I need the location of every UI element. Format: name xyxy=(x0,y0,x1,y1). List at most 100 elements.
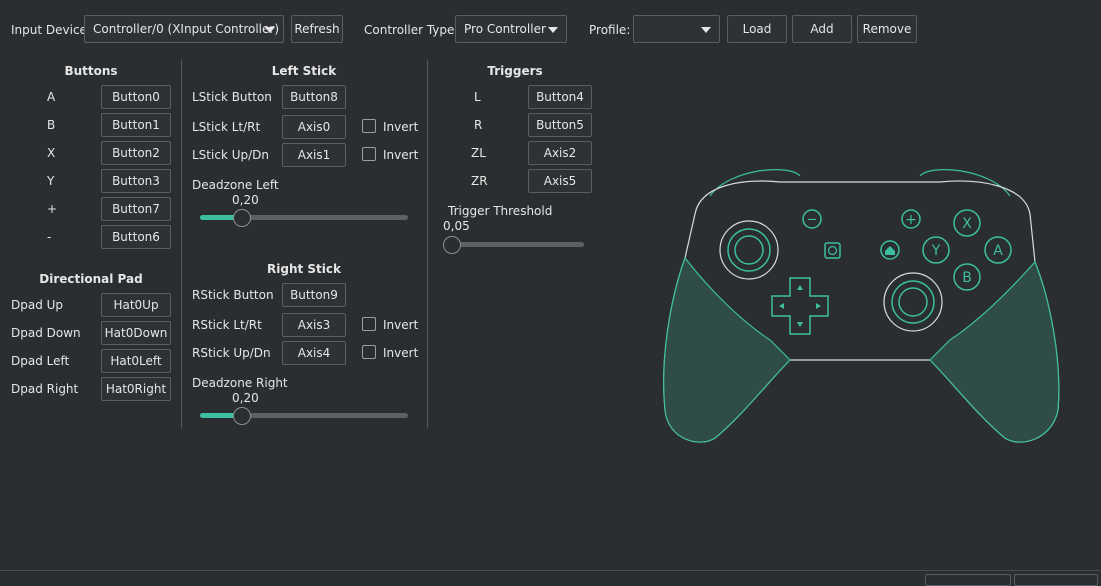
left-stick-icon xyxy=(719,220,779,280)
add-button[interactable]: Add xyxy=(792,15,852,43)
slider-handle[interactable] xyxy=(233,209,251,227)
lstick-lr-label: LStick Lt/Rt xyxy=(192,120,261,134)
input-device-value: Controller/0 (XInput Controller) xyxy=(93,22,280,36)
home-icon xyxy=(880,240,900,260)
right-grip xyxy=(929,260,1060,443)
trigger-zl-binding[interactable]: Axis2 xyxy=(528,141,592,165)
trigger-l-label: L xyxy=(474,90,481,104)
capture-icon xyxy=(824,242,841,259)
slider-handle[interactable] xyxy=(233,407,251,425)
plus-icon: + xyxy=(901,209,921,229)
dpad-left-binding[interactable]: Hat0Left xyxy=(101,349,171,373)
deadzone-right-label: Deadzone Right xyxy=(192,376,288,390)
trigger-r-binding[interactable]: Button5 xyxy=(528,113,592,137)
chevron-down-icon xyxy=(265,27,275,33)
deadzone-right-value: 0,20 xyxy=(232,391,259,405)
input-device-label: Input Device xyxy=(11,23,87,37)
rstick-ud-invert-label: Invert xyxy=(383,346,419,360)
profile-label: Profile: xyxy=(589,23,631,37)
button-b-label: B xyxy=(47,118,56,132)
chevron-down-icon xyxy=(701,27,711,33)
trigger-zl-label: ZL xyxy=(471,146,486,160)
lstick-ud-invert-checkbox[interactable] xyxy=(362,147,376,161)
lstick-button-binding[interactable]: Button8 xyxy=(282,85,346,109)
rstick-button-label: RStick Button xyxy=(192,288,274,302)
svg-text:B: B xyxy=(962,270,972,286)
input-device-select[interactable]: Controller/0 (XInput Controller) xyxy=(84,15,284,43)
load-button[interactable]: Load xyxy=(727,15,787,43)
dialog-button-partial[interactable] xyxy=(1014,574,1098,586)
trigger-threshold-value: 0,05 xyxy=(443,219,470,233)
rstick-lr-binding[interactable]: Axis3 xyxy=(282,313,346,337)
divider xyxy=(181,60,182,428)
button-x-binding[interactable]: Button2 xyxy=(101,141,171,165)
button-y-binding[interactable]: Button3 xyxy=(101,169,171,193)
button-x-label: X xyxy=(47,146,56,160)
lstick-ud-binding[interactable]: Axis1 xyxy=(282,143,346,167)
right-stick-header: Right Stick xyxy=(267,262,341,276)
bottom-separator xyxy=(0,570,1101,571)
dpad-down-label: Dpad Down xyxy=(11,326,81,340)
dpad-left-label: Dpad Left xyxy=(11,354,70,368)
svg-text:X: X xyxy=(962,216,972,232)
top-toolbar: Input Device Controller/0 (XInput Contro… xyxy=(0,0,1101,58)
lstick-lr-invert-label: Invert xyxy=(383,120,419,134)
refresh-button[interactable]: Refresh xyxy=(291,15,343,43)
trigger-l-binding[interactable]: Button4 xyxy=(528,85,592,109)
controller-type-value: Pro Controller xyxy=(464,22,546,36)
dpad-right-label: Dpad Right xyxy=(11,382,79,396)
buttons-header: Buttons xyxy=(64,64,118,78)
svg-text:+: + xyxy=(905,212,917,228)
dpad-up-label: Dpad Up xyxy=(11,298,64,312)
button-a-label: A xyxy=(47,90,56,104)
remove-button[interactable]: Remove xyxy=(857,15,917,43)
divider xyxy=(427,60,428,428)
minus-icon: − xyxy=(802,209,822,229)
deadzone-left-value: 0,20 xyxy=(232,193,259,207)
right-stick-icon xyxy=(883,272,943,332)
left-grip xyxy=(663,256,791,443)
button-a-binding[interactable]: Button0 xyxy=(101,85,171,109)
dpad-down-binding[interactable]: Hat0Down xyxy=(101,321,171,345)
rstick-button-binding[interactable]: Button9 xyxy=(282,283,346,307)
trigger-threshold-slider[interactable] xyxy=(443,235,584,255)
trigger-r-label: R xyxy=(474,118,483,132)
trigger-zr-binding[interactable]: Axis5 xyxy=(528,169,592,193)
dialog-button-partial[interactable] xyxy=(925,574,1011,586)
deadzone-left-slider[interactable] xyxy=(200,208,408,228)
button-b-binding[interactable]: Button1 xyxy=(101,113,171,137)
svg-text:Y: Y xyxy=(931,243,941,259)
trigger-zr-label: ZR xyxy=(471,174,488,188)
button-plus-label: + xyxy=(47,202,58,216)
rstick-ud-invert-checkbox[interactable] xyxy=(362,345,376,359)
trigger-threshold-label: Trigger Threshold xyxy=(448,204,553,218)
slider-track xyxy=(443,242,584,247)
svg-text:−: − xyxy=(807,213,818,228)
rstick-ud-binding[interactable]: Axis4 xyxy=(282,341,346,365)
triggers-header: Triggers xyxy=(487,64,543,78)
controller-type-select[interactable]: Pro Controller xyxy=(455,15,567,43)
pro-controller-image: − + X Y A B xyxy=(663,169,1060,443)
lstick-button-label: LStick Button xyxy=(192,90,272,104)
dpad-up-binding[interactable]: Hat0Up xyxy=(101,293,171,317)
left-stick-header: Left Stick xyxy=(271,64,337,78)
dpad-right-binding[interactable]: Hat0Right xyxy=(101,377,171,401)
button-minus-binding[interactable]: Button6 xyxy=(101,225,171,249)
lstick-lr-binding[interactable]: Axis0 xyxy=(282,115,346,139)
face-buttons: X Y A B xyxy=(922,209,1012,291)
deadzone-right-slider[interactable] xyxy=(200,406,408,426)
profile-select[interactable] xyxy=(633,15,720,43)
lstick-ud-label: LStick Up/Dn xyxy=(192,148,269,162)
rstick-lr-label: RStick Lt/Rt xyxy=(192,318,262,332)
button-y-label: Y xyxy=(47,174,55,188)
chevron-down-icon xyxy=(548,27,558,33)
rstick-lr-invert-label: Invert xyxy=(383,318,419,332)
button-minus-label: - xyxy=(47,230,52,244)
button-plus-binding[interactable]: Button7 xyxy=(101,197,171,221)
deadzone-left-label: Deadzone Left xyxy=(192,178,279,192)
lstick-lr-invert-checkbox[interactable] xyxy=(362,119,376,133)
rstick-lr-invert-checkbox[interactable] xyxy=(362,317,376,331)
controller-type-label: Controller Type: xyxy=(364,23,459,37)
slider-handle[interactable] xyxy=(443,236,461,254)
rstick-ud-label: RStick Up/Dn xyxy=(192,346,271,360)
